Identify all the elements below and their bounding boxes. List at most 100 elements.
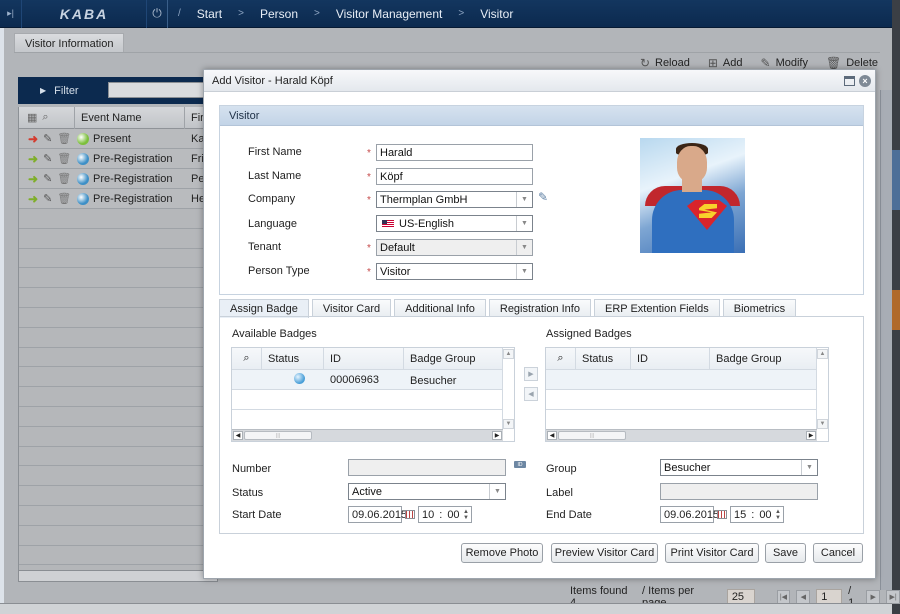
label-input[interactable] <box>660 483 818 500</box>
column-header-badge-group[interactable]: Badge Group <box>404 348 503 370</box>
sidebar-toggle-icon[interactable]: ▸| <box>0 0 22 28</box>
reload-button[interactable]: ↻ Reload <box>640 56 690 70</box>
first-page-button[interactable]: |◀ <box>776 590 791 604</box>
tab-additional-info[interactable]: Additional Info <box>394 299 486 317</box>
pencil-icon[interactable]: ✎ <box>43 172 52 185</box>
power-icon[interactable]: ⏻ <box>146 0 168 28</box>
table-row[interactable]: ➜ ✎ 🗑 Pre-Registration Pe <box>19 169 218 189</box>
search-icon[interactable]: ⌕ <box>232 347 262 370</box>
table-header: ⌕ Status ID Badge Group <box>546 347 828 370</box>
chevron-down-icon[interactable]: ▼ <box>516 264 532 279</box>
time-spinner-icon[interactable]: ▲ ▼ <box>463 509 469 521</box>
badge-card-icon[interactable]: ID <box>514 461 526 468</box>
vertical-scrollbar[interactable]: ▲ ▼ <box>502 348 514 429</box>
start-date-input[interactable]: 09.06.2015 <box>348 506 407 523</box>
column-header-status[interactable]: Status <box>576 347 631 370</box>
table-row[interactable]: ➜ ✎ 🗑 Pre-Registration Fri <box>19 149 218 169</box>
number-input[interactable] <box>348 459 506 476</box>
tab-biometrics[interactable]: Biometrics <box>722 299 797 317</box>
column-header-id[interactable]: ID <box>324 347 404 370</box>
edit-company-icon[interactable]: ✎ <box>538 190 548 204</box>
visitor-photo[interactable] <box>640 138 745 253</box>
column-header-event-name[interactable]: Event Name <box>75 106 185 129</box>
group-select[interactable]: Besucher ▼ <box>660 459 818 476</box>
tab-visitor-information[interactable]: Visitor Information <box>14 33 125 53</box>
start-time-input[interactable]: 10 : 00 ▲ ▼ <box>418 506 472 523</box>
close-icon[interactable]: × <box>859 74 871 87</box>
filter-input[interactable] <box>108 82 204 98</box>
badge-row[interactable]: 00006963 Besucher <box>232 370 514 390</box>
trash-icon[interactable]: 🗑 <box>57 132 71 145</box>
chevron-down-icon[interactable]: ▼ <box>516 192 532 207</box>
breadcrumb-visitor-management[interactable]: Visitor Management <box>336 7 443 21</box>
preview-visitor-card-button[interactable]: Preview Visitor Card <box>551 543 658 563</box>
row-actions: ➜ ✎ 🗑 <box>19 132 75 146</box>
column-header-id[interactable]: ID <box>631 347 710 370</box>
chevron-down-icon[interactable]: ▼ <box>516 216 532 231</box>
next-page-button[interactable]: ▶ <box>866 590 881 604</box>
column-chooser-icon[interactable]: ▦ <box>27 111 37 124</box>
sign-in-icon[interactable]: ➜ <box>28 152 38 166</box>
calendar-icon[interactable] <box>717 510 727 519</box>
trash-icon[interactable]: 🗑 <box>57 152 71 165</box>
first-name-input[interactable]: Harald <box>376 144 533 161</box>
breadcrumb-visitor[interactable]: Visitor <box>480 7 513 21</box>
modify-button[interactable]: ✎ Modify <box>761 56 808 70</box>
horizontal-scrollbar[interactable]: ◀ ||| ▶ <box>546 429 817 441</box>
tab-visitor-card[interactable]: Visitor Card <box>311 299 392 317</box>
trash-icon[interactable]: 🗑 <box>57 192 71 205</box>
company-select[interactable]: Thermplan GmbH ▼ <box>376 191 533 208</box>
column-header-badge-group[interactable]: Badge Group <box>710 348 817 370</box>
maximize-icon[interactable] <box>844 75 855 86</box>
tab-registration-info[interactable]: Registration Info <box>488 299 591 317</box>
language-select[interactable]: US-English ▼ <box>376 215 533 232</box>
end-time-input[interactable]: 15 : 00 ▲ ▼ <box>730 506 784 523</box>
end-date-input[interactable]: 09.06.2015 <box>660 506 719 523</box>
tab-erp-extention-fields[interactable]: ERP Extention Fields <box>593 299 720 317</box>
search-icon[interactable]: ⌕ <box>42 111 48 124</box>
cancel-button[interactable]: Cancel <box>813 543 863 563</box>
chevron-down-icon[interactable]: ▼ <box>516 240 532 255</box>
grid-header: ▦ ⌕ Event Name Firs <box>19 106 218 129</box>
pencil-icon[interactable]: ✎ <box>43 132 52 145</box>
column-header-status[interactable]: Status <box>262 347 324 370</box>
chevron-down-icon[interactable]: ▼ <box>489 484 505 499</box>
unassign-badge-button[interactable]: ◀ <box>524 387 538 401</box>
breadcrumb-start[interactable]: Start <box>197 7 222 21</box>
add-button[interactable]: ⊞ Add <box>708 56 743 70</box>
tenant-select[interactable]: Default ▼ <box>376 239 533 256</box>
assign-badge-button[interactable]: ▶ <box>524 367 538 381</box>
grid-horizontal-scrollbar[interactable] <box>18 570 218 582</box>
horizontal-scrollbar[interactable]: ◀ ||| ▶ <box>232 429 503 441</box>
print-visitor-card-button[interactable]: Print Visitor Card <box>665 543 759 563</box>
prev-page-button[interactable]: ◀ <box>796 590 811 604</box>
remove-photo-button[interactable]: Remove Photo <box>461 543 543 563</box>
time-spinner-icon[interactable]: ▲ ▼ <box>775 509 781 521</box>
sign-in-icon[interactable]: ➜ <box>28 192 38 206</box>
last-page-button[interactable]: ▶| <box>886 590 900 604</box>
start-date-label: Start Date <box>232 509 282 521</box>
vertical-scrollbar[interactable]: ▲ ▼ <box>816 348 828 429</box>
pencil-icon[interactable]: ✎ <box>43 152 52 165</box>
delete-button[interactable]: 🗑 Delete <box>826 56 878 70</box>
table-header: ⌕ Status ID Badge Group <box>232 347 514 370</box>
breadcrumb-person[interactable]: Person <box>260 7 298 21</box>
trash-icon[interactable]: 🗑 <box>57 172 71 185</box>
empty-row <box>19 367 218 388</box>
status-select[interactable]: Active ▼ <box>348 483 506 500</box>
search-icon[interactable]: ⌕ <box>546 347 576 370</box>
save-button[interactable]: Save <box>765 543 806 563</box>
pencil-icon[interactable]: ✎ <box>43 192 52 205</box>
sign-in-icon[interactable]: ➜ <box>28 132 38 146</box>
table-row[interactable]: ➜ ✎ 🗑 Pre-Registration He <box>19 189 218 209</box>
table-row[interactable]: ➜ ✎ 🗑 Present Ka <box>19 129 218 149</box>
last-name-input[interactable]: Köpf <box>376 168 533 185</box>
person-type-select[interactable]: Visitor ▼ <box>376 263 533 280</box>
chevron-down-icon[interactable]: ▼ <box>801 460 817 475</box>
available-badges-title: Available Badges <box>232 328 317 340</box>
status-indicator <box>294 372 305 384</box>
calendar-icon[interactable] <box>405 510 415 519</box>
required-mark: * <box>367 195 371 206</box>
sign-in-icon[interactable]: ➜ <box>28 172 38 186</box>
empty-row <box>19 426 218 447</box>
